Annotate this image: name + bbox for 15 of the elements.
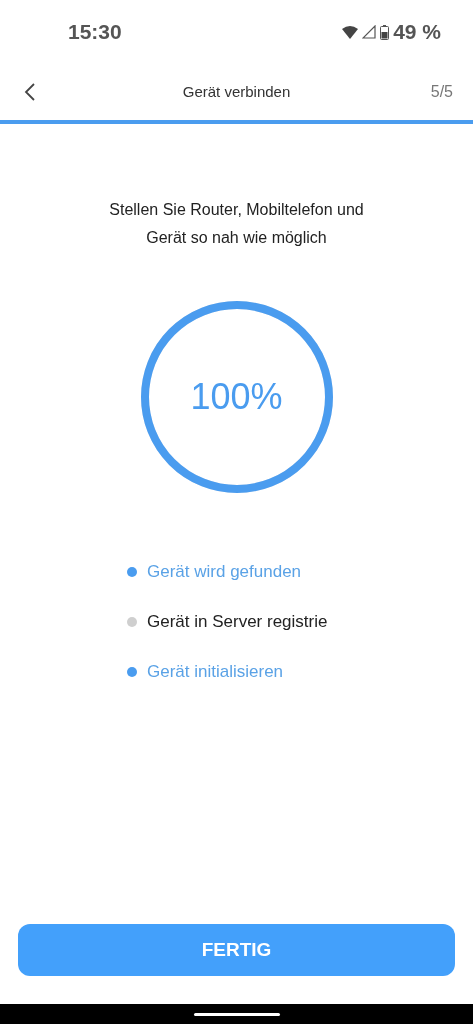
status-time: 15:30 [68, 19, 122, 46]
battery-icon [380, 24, 390, 40]
step-label: Gerät in Server registrie [147, 611, 328, 634]
wifi-icon [342, 25, 359, 39]
home-indicator[interactable] [193, 1012, 280, 1016]
battery-percent: 49 % [393, 19, 441, 46]
done-button[interactable]: FERTIG [18, 924, 455, 976]
instruction-text: Stellen Sie Router, Mobiltelefon und Gerät so nah wie möglich [108, 200, 365, 248]
step-label: Gerät wird gefunden [147, 561, 302, 584]
step-counter: 5/5 [430, 82, 453, 102]
page-title: Gerät verbinden [182, 81, 291, 102]
progress-percent: 100% [190, 375, 283, 419]
back-icon [24, 82, 36, 102]
step-label: Gerät initialisieren [147, 661, 284, 684]
signal-icon [362, 25, 377, 39]
